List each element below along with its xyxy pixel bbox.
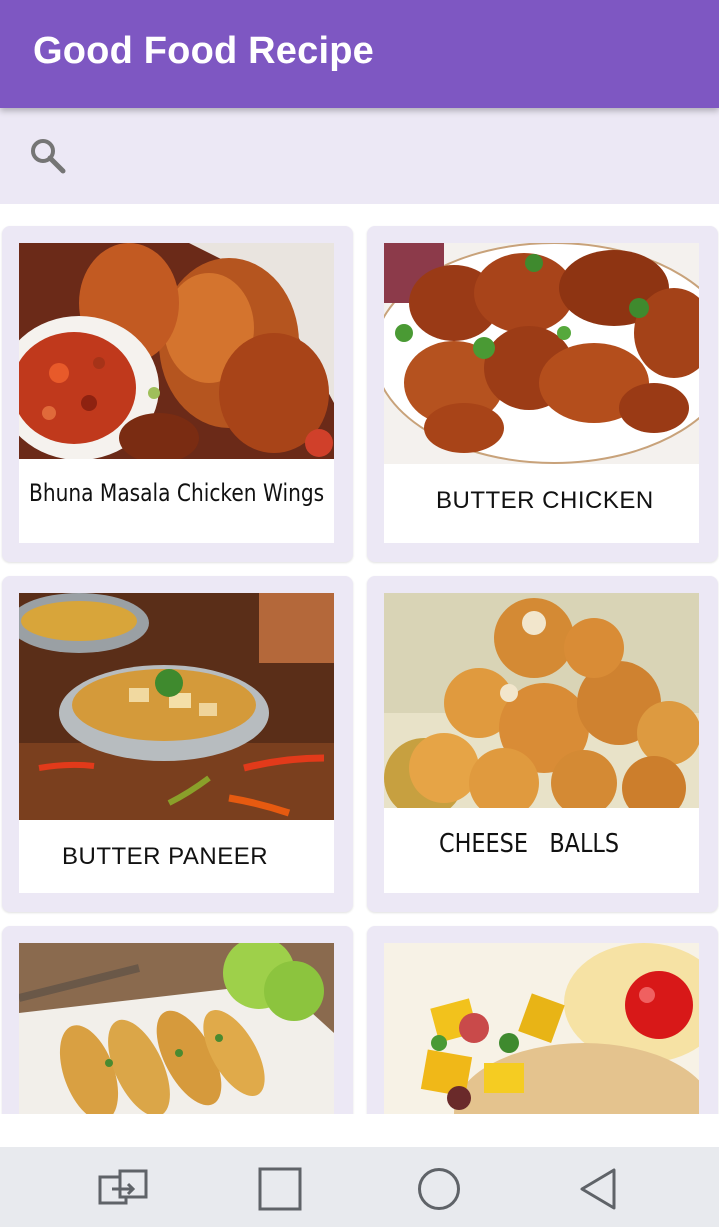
recipe-card[interactable]: BUTTER PANEER xyxy=(2,576,353,912)
circle-home-icon[interactable] xyxy=(417,1167,461,1211)
system-nav-bar xyxy=(0,1147,719,1227)
recipe-image-mango-salsa xyxy=(384,943,699,1114)
recipe-card-body: Bhuna Masala Chicken Wings xyxy=(19,243,334,543)
recipe-image-stuffed-chilies xyxy=(19,943,334,1114)
recipe-title: CHEESE BALLS xyxy=(439,829,620,859)
recipe-card-body: BUTTER PANEER xyxy=(19,593,334,893)
square-icon[interactable] xyxy=(258,1167,302,1211)
recipe-image-butter-chicken xyxy=(384,243,699,464)
recipe-card[interactable]: BUTTER CHICKEN xyxy=(367,226,718,562)
recent-apps-switch-icon[interactable] xyxy=(98,1167,148,1211)
recipe-card-body xyxy=(19,943,334,1114)
app-title: Good Food Recipe xyxy=(33,30,374,72)
recipe-title: Bhuna Masala Chicken Wings xyxy=(29,479,325,507)
recipe-card[interactable]: Bhuna Masala Chicken Wings xyxy=(2,226,353,562)
recipe-title: BUTTER CHICKEN xyxy=(436,487,654,514)
recipe-image-chicken-wings xyxy=(19,243,334,459)
recipe-card-body xyxy=(384,943,699,1114)
recipe-title: BUTTER PANEER xyxy=(62,843,269,870)
search-icon[interactable] xyxy=(28,136,68,176)
recipe-grid: Bhuna Masala Chicken Wings BUTTER CHICKE… xyxy=(0,204,719,1114)
triangle-back-icon[interactable] xyxy=(578,1167,622,1211)
recipe-card[interactable]: CHEESE BALLS xyxy=(367,576,718,912)
recipe-card[interactable] xyxy=(367,926,718,1114)
app-bar: Good Food Recipe xyxy=(0,0,719,108)
recipe-card[interactable] xyxy=(2,926,353,1114)
recipe-image-butter-paneer xyxy=(19,593,334,820)
recipe-card-body: CHEESE BALLS xyxy=(384,593,699,893)
recipe-image-cheese-balls xyxy=(384,593,699,808)
search-bar[interactable] xyxy=(0,108,719,204)
recipe-card-body: BUTTER CHICKEN xyxy=(384,243,699,543)
